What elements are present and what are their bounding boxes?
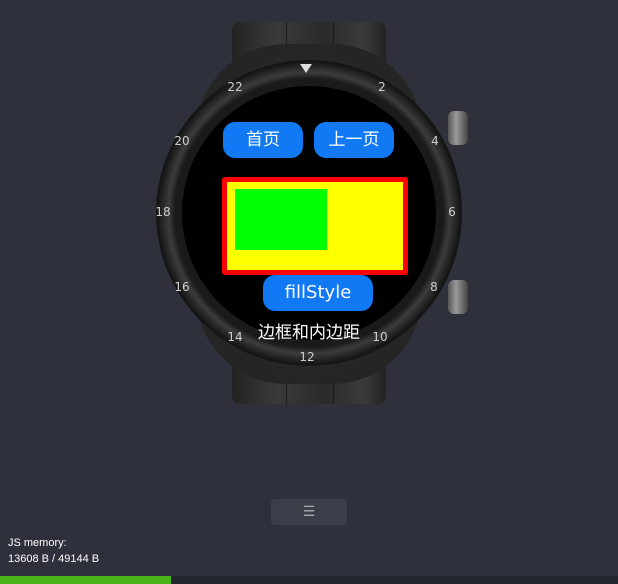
smartwatch-preview: 2 4 6 8 10 12 14 16 18 20 22 首页 上一页 fill…	[0, 0, 618, 420]
bezel-number: 18	[155, 205, 171, 219]
memory-value: 13608 B / 49144 B	[8, 553, 100, 565]
bezel-triangle-marker	[300, 64, 312, 73]
bezel-number: 12	[299, 350, 315, 364]
watch-crown-lower	[448, 280, 468, 314]
watch-crown-upper	[448, 111, 468, 145]
previous-page-button[interactable]: 上一页	[314, 122, 394, 158]
bezel-number: 22	[227, 80, 243, 94]
home-button[interactable]: 首页	[223, 122, 303, 158]
canvas-outer-rect	[222, 177, 408, 275]
bezel-number: 4	[431, 134, 439, 148]
menu-button[interactable]: ☰	[271, 499, 347, 525]
memory-bar-fill	[0, 576, 172, 584]
caption-text: 边框和内边距	[258, 323, 360, 343]
bezel-number: 2	[378, 80, 386, 94]
memory-bar	[0, 576, 618, 584]
canvas-inner-rect	[235, 189, 327, 250]
memory-label: JS memory:	[8, 537, 67, 549]
menu-icon: ☰	[302, 504, 316, 520]
bezel-number: 8	[430, 280, 438, 294]
fillstyle-button[interactable]: fillStyle	[263, 275, 373, 311]
bezel-number: 20	[174, 134, 190, 148]
bezel-number: 16	[174, 280, 190, 294]
bezel-number: 6	[448, 205, 456, 219]
